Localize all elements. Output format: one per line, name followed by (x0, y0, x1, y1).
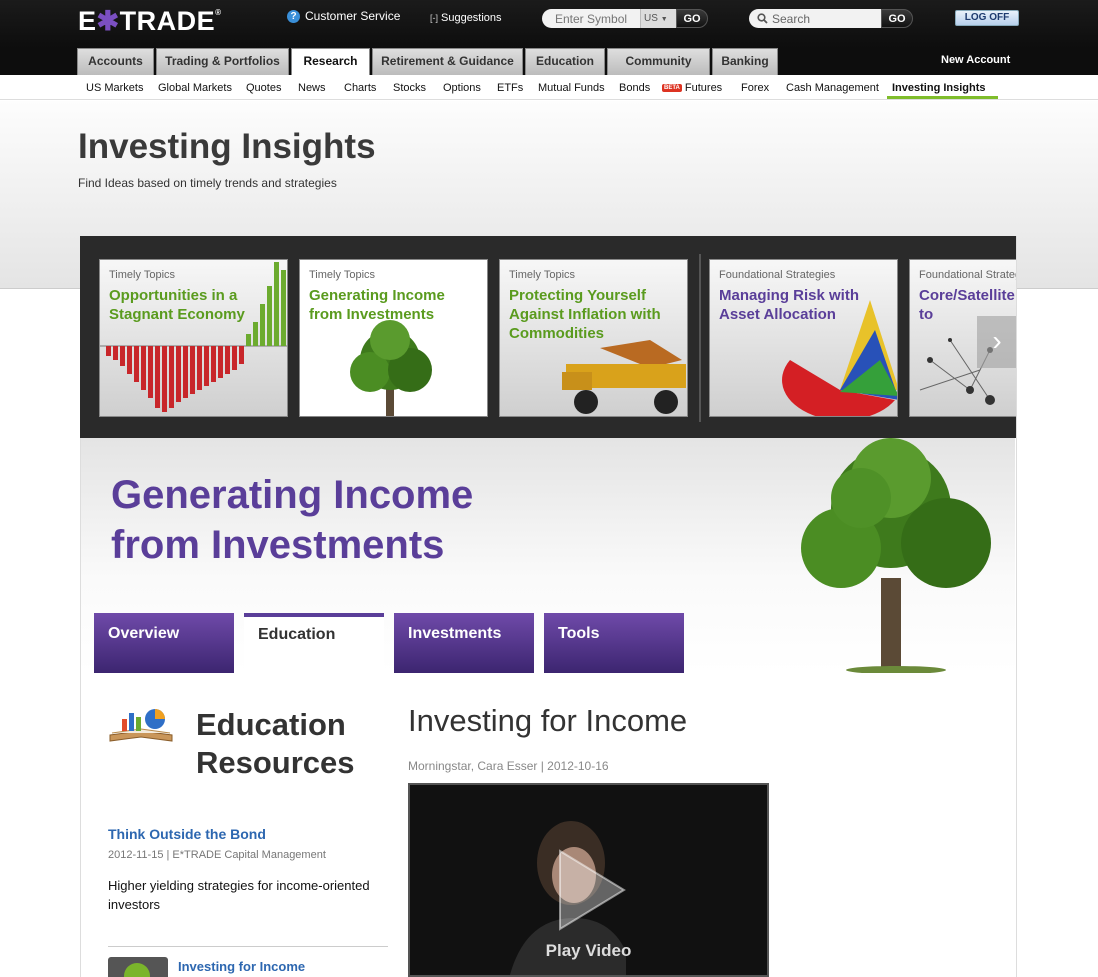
tab-education[interactable]: Education (525, 48, 605, 75)
divider (108, 946, 388, 947)
tab-community[interactable]: Community (607, 48, 710, 75)
expand-icon: [-] (430, 13, 438, 23)
search-icon (757, 13, 768, 24)
symbol-go-button[interactable]: GO (676, 9, 708, 28)
active-subnav-indicator (887, 96, 998, 99)
article-meta: Morningstar, Cara Esser | 2012-10-16 (408, 759, 609, 773)
resource-link-investing-for-income[interactable]: Investing for Income (178, 959, 305, 974)
customer-service-label: Customer Service (305, 9, 401, 23)
card-kicker: Timely Topics (509, 269, 576, 281)
carousel-card-inflation-commodities[interactable]: Timely Topics Protecting Yourself Agains… (499, 259, 688, 417)
help-icon: ? (287, 9, 300, 23)
suggestions-label: Suggestions (441, 12, 502, 24)
pie-chart-image (782, 300, 897, 416)
bar-chart-image (100, 262, 287, 412)
article-title: Investing for Income (408, 703, 688, 738)
tab-trading-portfolios[interactable]: Trading & Portfolios (156, 48, 289, 75)
subnav-futures-label: Futures (684, 82, 723, 94)
card-title: Opportunities in a Stagnant Economy (109, 287, 245, 323)
carousel-next-button[interactable]: › (977, 316, 1016, 368)
resource-meta: 2012-11-15 | E*TRADE Capital Management (108, 849, 326, 861)
subnav-options[interactable]: Options (443, 82, 481, 94)
heading-line: Resources (196, 745, 355, 780)
subnav-global-markets[interactable]: Global Markets (158, 82, 232, 94)
top-header: E✱TRADE® ? Customer Service [-] Suggesti… (0, 0, 1098, 48)
new-account-link[interactable]: New Account (941, 54, 1010, 66)
feature-tab-tools[interactable]: Tools (544, 613, 684, 673)
logoff-button[interactable]: LOG OFF (955, 10, 1019, 26)
beta-badge: BETA (662, 84, 682, 93)
subnav-futures[interactable]: BETA Futures (662, 82, 722, 94)
subnav-etfs[interactable]: ETFs (497, 82, 523, 94)
subnav-cash-management[interactable]: Cash Management (786, 82, 879, 94)
card-kicker: Timely Topics (309, 269, 376, 281)
feature-tab-investments[interactable]: Investments (394, 613, 534, 673)
book-chart-icon (109, 709, 173, 742)
card-kicker: Timely Topics (109, 269, 176, 281)
subnav-mutual-funds[interactable]: Mutual Funds (538, 82, 605, 94)
subnav-investing-insights[interactable]: Investing Insights (892, 82, 986, 94)
feature-tab-education[interactable]: Education (244, 613, 384, 673)
feature-tab-overview[interactable]: Overview (94, 613, 234, 673)
site-search: Search GO (749, 9, 913, 28)
page-title: Investing Insights (78, 127, 376, 166)
tab-banking[interactable]: Banking (712, 48, 778, 75)
search-go-button[interactable]: GO (881, 9, 913, 28)
card-title: Managing Risk with Asset Allocation (719, 287, 860, 323)
main-nav: Accounts Trading & Portfolios Research R… (0, 48, 1098, 76)
carousel-card-generating-income[interactable]: Timely Topics Generating Income from Inv… (299, 259, 488, 417)
market-select-value: US (644, 13, 658, 24)
chevron-right-icon: › (992, 325, 1002, 356)
symbol-input[interactable] (542, 9, 640, 28)
symbol-lookup: US ▼ GO (542, 9, 708, 28)
etrade-logo[interactable]: E✱TRADE® (78, 6, 222, 37)
subnav-forex[interactable]: Forex (741, 82, 769, 94)
research-subnav: US Markets Global Markets Quotes News Ch… (0, 75, 1098, 100)
search-input[interactable]: Search (749, 9, 881, 28)
market-select[interactable]: US ▼ (640, 9, 676, 28)
carousel-divider (699, 254, 701, 422)
card-kicker: Foundational Strategies (919, 269, 1016, 281)
tab-retirement-guidance[interactable]: Retirement & Guidance (372, 48, 523, 75)
tree-image (801, 438, 991, 673)
resource-description: Higher yielding strategies for income-or… (108, 878, 370, 912)
topics-carousel: Timely Topics Opportunities in a Stagnan… (80, 236, 1016, 438)
card-title: Generating Income from Investments (309, 287, 445, 323)
card-title: Protecting Yourself Against Inflation wi… (509, 287, 661, 342)
subnav-quotes[interactable]: Quotes (246, 82, 281, 94)
tab-research[interactable]: Research (291, 48, 370, 76)
subnav-news[interactable]: News (298, 82, 326, 94)
subnav-us-markets[interactable]: US Markets (86, 82, 143, 94)
carousel-card-stagnant-economy[interactable]: Timely Topics Opportunities in a Stagnan… (99, 259, 288, 417)
heading-line: Education (196, 707, 346, 742)
play-video-label: Play Video (545, 941, 632, 960)
subnav-bonds[interactable]: Bonds (619, 82, 650, 94)
feature-title: Generating Income from Investments (111, 473, 474, 567)
tree-image (350, 320, 432, 416)
suggestions-link[interactable]: [-] Suggestions (430, 12, 502, 24)
video-thumbnail[interactable] (108, 957, 168, 977)
page-subtitle: Find Ideas based on timely trends and st… (78, 176, 337, 190)
play-icon (124, 963, 150, 977)
subnav-charts[interactable]: Charts (344, 82, 376, 94)
chevron-down-icon: ▼ (660, 16, 668, 23)
video-player[interactable]: Play Video (408, 783, 769, 977)
customer-service-link[interactable]: ? Customer Service (287, 9, 400, 23)
tab-accounts[interactable]: Accounts (77, 48, 154, 75)
search-placeholder: Search (772, 11, 811, 26)
resource-link-think-outside-bond[interactable]: Think Outside the Bond (108, 826, 266, 842)
subnav-stocks[interactable]: Stocks (393, 82, 426, 94)
card-kicker: Foundational Strategies (719, 269, 836, 281)
play-icon (559, 849, 626, 931)
logo-star-icon: ✱ (96, 6, 120, 36)
education-resources-heading: Education Resources (196, 706, 355, 782)
carousel-card-asset-allocation[interactable]: Foundational Strategies Managing Risk wi… (709, 259, 898, 417)
